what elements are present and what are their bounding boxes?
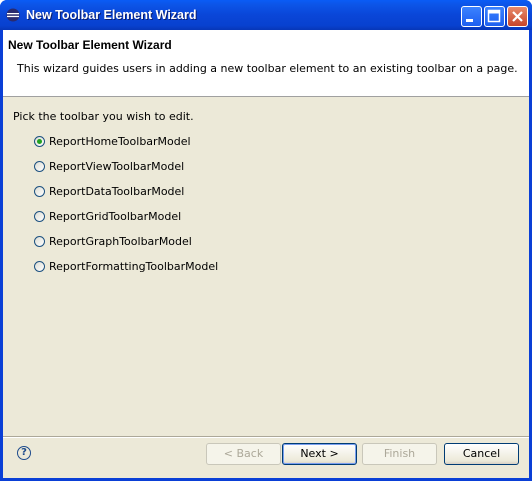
maximize-button[interactable] [484,6,505,27]
radio-option-report-formatting[interactable]: ReportFormattingToolbarModel [34,254,218,279]
radio-option-report-home[interactable]: ReportHomeToolbarModel [34,129,218,154]
toolbar-prompt: Pick the toolbar you wish to edit. [13,110,194,123]
close-button[interactable] [507,6,528,27]
help-button[interactable]: ? [17,446,31,460]
radio-label: ReportGridToolbarModel [49,210,182,223]
minimize-icon [466,19,473,22]
radio-label: ReportDataToolbarModel [49,185,185,198]
wizard-window: New Toolbar Element Wizard New Toolbar E… [0,0,532,481]
radio-label: ReportViewToolbarModel [49,160,185,173]
radio-button[interactable] [34,261,45,272]
question-mark-icon: ? [21,447,27,458]
radio-label: ReportGraphToolbarModel [49,235,192,248]
minimize-button[interactable] [461,6,482,27]
finish-button[interactable]: Finish [362,443,437,465]
radio-label: ReportHomeToolbarModel [49,135,191,148]
radio-button[interactable] [34,161,45,172]
maximize-icon [487,9,501,23]
back-button[interactable]: < Back [206,443,281,465]
title-bar[interactable]: New Toolbar Element Wizard [0,0,532,30]
next-button[interactable]: Next > [282,443,357,465]
radio-option-report-data[interactable]: ReportDataToolbarModel [34,179,218,204]
wizard-banner: New Toolbar Element Wizard This wizard g… [3,30,529,97]
banner-title: New Toolbar Element Wizard [8,38,172,52]
eclipse-icon [6,8,20,22]
banner-description: This wizard guides users in adding a new… [17,62,518,75]
radio-option-report-grid[interactable]: ReportGridToolbarModel [34,204,218,229]
radio-option-report-view[interactable]: ReportViewToolbarModel [34,154,218,179]
radio-button[interactable] [34,236,45,247]
toolbar-radio-group: ReportHomeToolbarModel ReportViewToolbar… [34,129,218,279]
dialog-client-area: New Toolbar Element Wizard This wizard g… [3,30,529,478]
cancel-button[interactable]: Cancel [444,443,519,465]
radio-label: ReportFormattingToolbarModel [49,260,219,273]
radio-option-report-graph[interactable]: ReportGraphToolbarModel [34,229,218,254]
radio-button[interactable] [34,186,45,197]
close-icon [512,11,523,22]
radio-button[interactable] [34,136,45,147]
footer-separator [3,436,529,438]
window-title: New Toolbar Element Wizard [26,8,197,22]
radio-button[interactable] [34,211,45,222]
